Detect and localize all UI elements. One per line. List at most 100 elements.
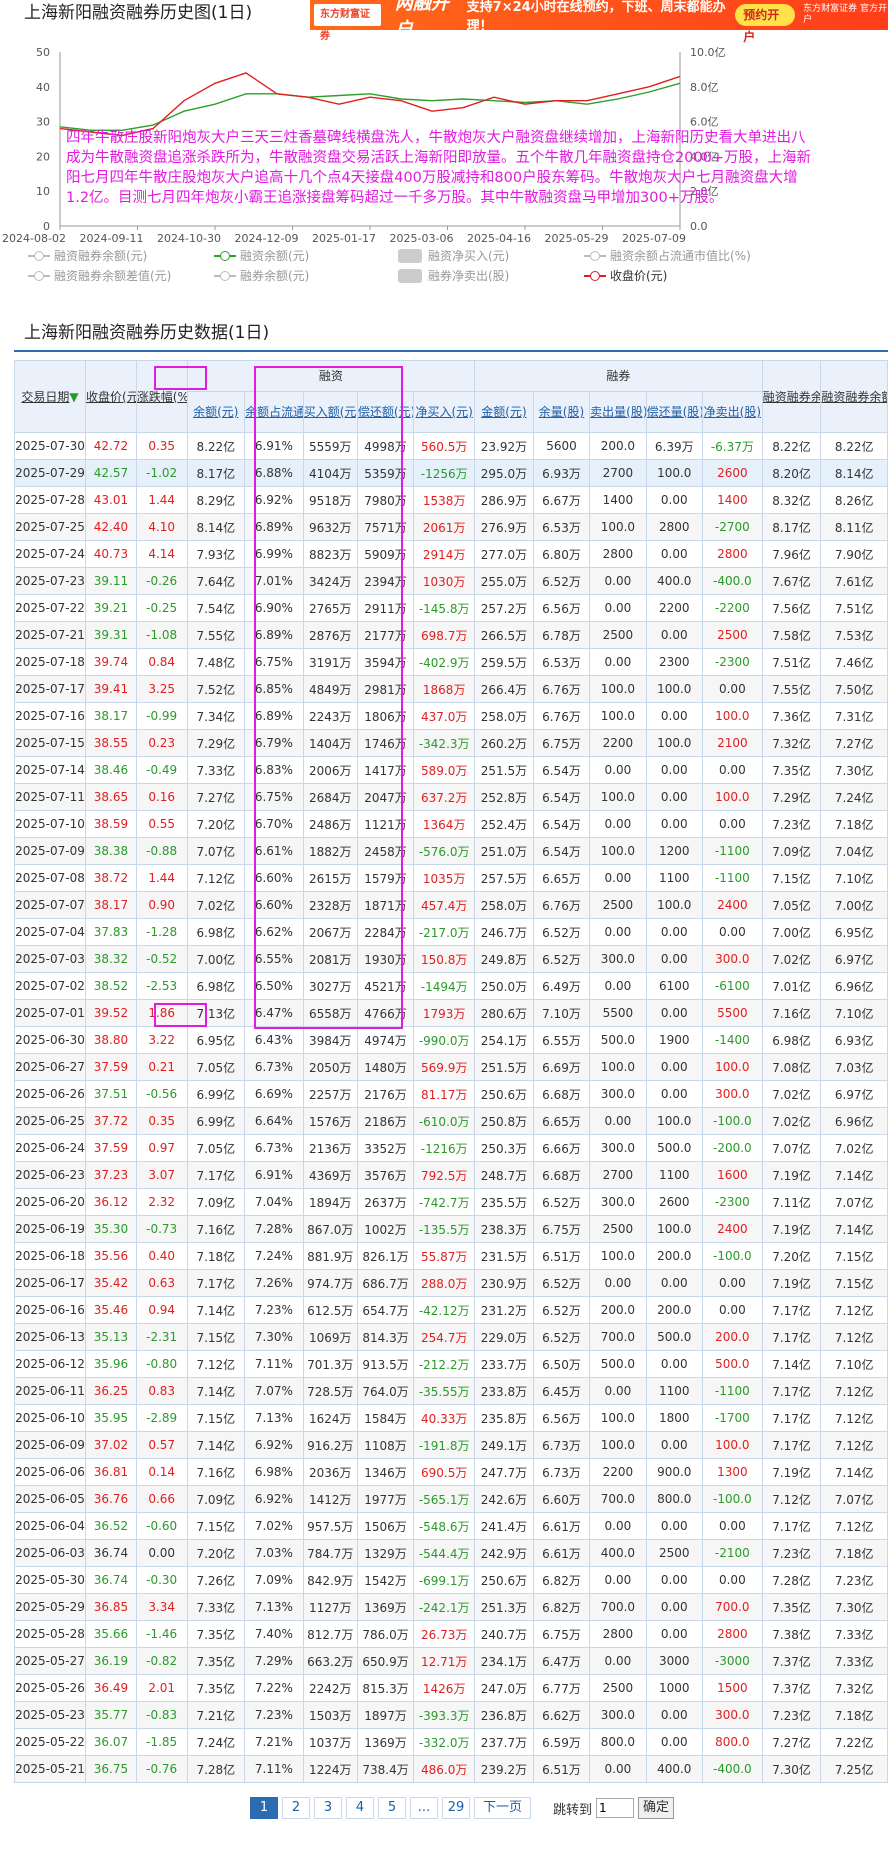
x-tick-label: 2025-03-06 <box>390 232 454 245</box>
table-cell: 2284万 <box>356 918 415 946</box>
table-cell: 2025-07-28 <box>13 486 87 514</box>
col-header-fin-buy[interactable]: 买入额(元) <box>302 391 358 433</box>
table-cell: 26.73万 <box>413 1620 476 1648</box>
table-cell: 569.9万 <box>413 1053 476 1081</box>
legend-swatch <box>214 250 236 261</box>
table-cell: 251.5万 <box>474 1053 534 1081</box>
table-cell: 7.15亿 <box>186 1404 246 1432</box>
table-cell: 457.4万 <box>413 891 476 919</box>
col-header-fin-repay[interactable]: 偿还额(元) <box>356 391 415 433</box>
page-link[interactable]: ... <box>410 1797 438 1819</box>
table-cell: 0.00 <box>589 756 647 784</box>
table-cell: 2025-07-23 <box>13 567 87 595</box>
table-cell: 2025-06-11 <box>13 1377 87 1405</box>
table-cell: 100.0 <box>645 1107 703 1135</box>
table-cell: 5559万 <box>302 432 358 460</box>
table-cell: 7.15亿 <box>820 1242 888 1270</box>
table-cell: 900.0 <box>645 1458 703 1486</box>
legend-item[interactable]: 融资融券余额差值(元) <box>28 267 171 284</box>
legend-item[interactable]: 融券余额(元) <box>214 267 309 284</box>
table-cell: 2025-07-17 <box>13 675 87 703</box>
table-cell: 37.02 <box>85 1431 137 1459</box>
x-tick-label: 2024-10-30 <box>157 232 221 245</box>
table-row: 2025-06-17 35.42 0.63 7.17亿 7.26% 974.7万 686.7… <box>13 1269 888 1297</box>
table-cell: 6.55% <box>244 945 304 973</box>
col-header-fin-balance[interactable]: 余额(元) <box>186 391 246 433</box>
page-link[interactable]: 4 <box>346 1797 374 1819</box>
series-line <box>59 82 681 132</box>
next-page-button[interactable]: 下一页 <box>474 1797 532 1819</box>
table-cell: 7.07亿 <box>761 1134 822 1162</box>
table-cell: 6.61% <box>244 837 304 865</box>
page-link[interactable]: 5 <box>378 1797 406 1819</box>
table-cell: 249.8万 <box>474 945 534 973</box>
table-cell: 1506万 <box>356 1512 415 1540</box>
table-cell: 3424万 <box>302 567 358 595</box>
table-cell: 2025-06-24 <box>13 1134 87 1162</box>
legend-item[interactable]: 收盘价(元) <box>584 267 667 284</box>
table-cell: -242.1万 <box>413 1593 476 1621</box>
col-header-sl-volume[interactable]: 余量(股) <box>532 391 591 433</box>
col-header-sl-amount[interactable]: 金额(元) <box>474 391 534 433</box>
table-cell: 7.02亿 <box>761 1107 822 1135</box>
col-header-sl-sell[interactable]: 卖出量(股) <box>589 391 647 433</box>
page-link[interactable]: 3 <box>314 1797 342 1819</box>
table-cell: 6.85% <box>244 675 304 703</box>
jump-page-input[interactable] <box>596 1798 635 1818</box>
legend-item[interactable]: 融资融券余额(元) <box>28 247 147 264</box>
y-tick-left: 50 <box>36 46 50 59</box>
col-header-total-balance[interactable]: 融资融券余额(元) <box>761 360 822 433</box>
table-cell: 589.0万 <box>413 756 476 784</box>
col-header-sl-net-sell[interactable]: 净卖出(股) <box>701 391 763 433</box>
jump-go-button[interactable]: 确定 <box>638 1797 675 1819</box>
table-cell: 2186万 <box>356 1107 415 1135</box>
table-cell: 2025-06-18 <box>13 1242 87 1270</box>
col-header-fin-ratio[interactable]: 余额占流通市值比 <box>244 391 304 433</box>
table-cell: 7.35亿 <box>186 1647 246 1675</box>
col-header-close[interactable]: 收盘价(元) <box>85 360 137 433</box>
legend-item[interactable]: 融券净卖出(股) <box>398 267 509 284</box>
col-header-change[interactable]: 涨跌幅(%) <box>135 360 188 433</box>
table-cell: 7.25亿 <box>820 1755 888 1783</box>
table-cell: 1900 <box>645 1026 703 1054</box>
table-cell: 100.0 <box>645 459 703 487</box>
page-link[interactable]: 1 <box>250 1797 278 1819</box>
table-cell: 231.2万 <box>474 1296 534 1324</box>
table-cell: 881.9万 <box>302 1242 358 1270</box>
table-cell: 0.00 <box>645 1269 703 1297</box>
table-cell: -565.1万 <box>413 1485 476 1513</box>
x-tick-label: 2025-01-17 <box>312 232 376 245</box>
col-header-fin-net-buy[interactable]: 净买入(元) <box>413 391 476 433</box>
table-cell: 6.47万 <box>532 1647 591 1675</box>
ad-cta-button[interactable]: 预约开户 <box>735 4 796 44</box>
table-cell: 4766万 <box>356 999 415 1027</box>
table-cell: 7.23亿 <box>820 1566 888 1594</box>
table-cell: 6.88% <box>244 459 304 487</box>
table-cell: 7.12亿 <box>820 1512 888 1540</box>
legend-item[interactable]: 融资净买入(元) <box>398 247 509 264</box>
table-cell: 0.97 <box>135 1134 188 1162</box>
table-cell: 7.13亿 <box>186 999 246 1027</box>
col-header-date[interactable]: 交易日期▼ <box>13 360 87 433</box>
y-tick-right: 8.0亿 <box>690 81 719 94</box>
title-divider <box>14 350 888 352</box>
ad-banner[interactable]: 东方财富证券 两融开户 支持7×24小时在线预约，下班、周末都能办理！ 预约开户… <box>310 0 888 44</box>
legend-item[interactable]: 融资余额占流通市值比(%) <box>584 247 751 264</box>
table-cell: 2036万 <box>302 1458 358 1486</box>
table-cell: 7.12亿 <box>820 1431 888 1459</box>
ad-message: 支持7×24小时在线预约，下班、周末都能办理！ <box>466 0 726 34</box>
table-cell: 7.19亿 <box>761 1269 822 1297</box>
table-cell: 300.0 <box>701 1080 763 1108</box>
col-header-balance-diff[interactable]: 融资融券余额差值(元) <box>820 360 888 433</box>
page-link[interactable]: 29 <box>442 1797 470 1819</box>
table-cell: 1897万 <box>356 1701 415 1729</box>
table-cell: 8.20亿 <box>761 459 822 487</box>
table-cell: 792.5万 <box>413 1161 476 1189</box>
table-cell: 6.99亿 <box>186 1107 246 1135</box>
page-link[interactable]: 2 <box>282 1797 310 1819</box>
legend-item[interactable]: 融资余额(元) <box>214 247 309 264</box>
col-header-sl-repay[interactable]: 偿还量(股) <box>645 391 703 433</box>
table-cell: 36.25 <box>85 1377 137 1405</box>
table-row: 2025-07-01 39.52 1.86 7.13亿 6.47% 6558万 4766万 1… <box>13 999 888 1027</box>
table-cell: 37.72 <box>85 1107 137 1135</box>
